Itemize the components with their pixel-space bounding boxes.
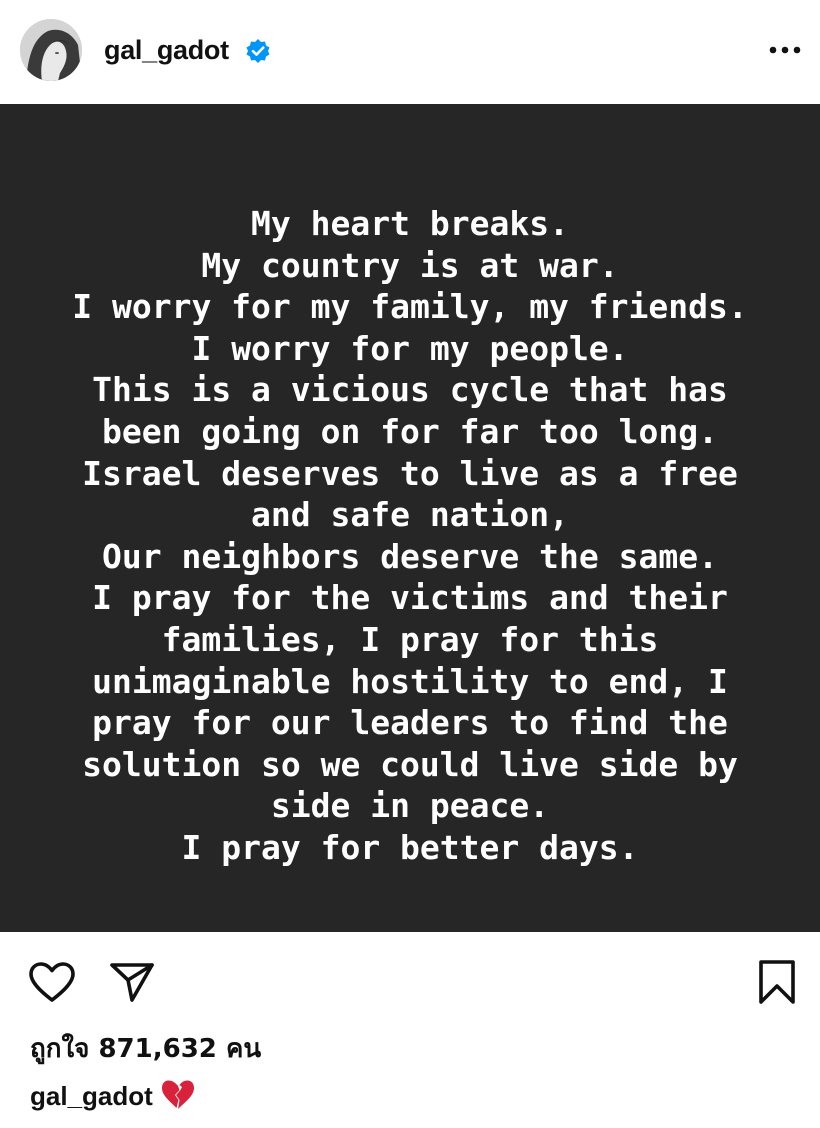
post-text-line: My heart breaks. (251, 204, 569, 243)
post-header: gal_gadot (0, 0, 820, 104)
verified-badge-icon (246, 39, 270, 63)
post-text-line: Our neighbors deserve the same. (102, 536, 718, 576)
post-text-block: My heart breaks. My country is at war. I w… (0, 203, 820, 869)
post-text-line: I pray for the victims and their (92, 578, 728, 618)
post-text-line: I pray for better days. (181, 827, 639, 867)
header-username[interactable]: gal_gadot (104, 30, 229, 70)
post-text-line: side in peace. (270, 786, 550, 826)
caption: gal_gadot (30, 1076, 195, 1116)
bookmark-icon[interactable] (755, 958, 799, 1006)
post-image[interactable]: My heart breaks. My country is at war. I w… (0, 104, 820, 932)
post-text-line: been going on for far too long. (102, 411, 718, 451)
post-text-line: and safe nation, (251, 495, 569, 535)
more-options-icon[interactable] (765, 35, 805, 65)
post-text-line: I worry for my family, my friends. (72, 287, 748, 327)
broken-heart-icon (161, 1080, 194, 1109)
post-text-line: I worry for my people. (191, 328, 629, 368)
avatar[interactable] (20, 19, 82, 81)
post-text-line: families, I pray for this (161, 619, 659, 659)
paper-plane-icon[interactable] (108, 960, 156, 1004)
post-text-line: My country is at war. (201, 245, 619, 285)
avatar-image (20, 19, 82, 81)
caption-username[interactable]: gal_gadot (30, 1081, 153, 1111)
heart-icon[interactable] (27, 960, 77, 1004)
post-text-line: pray for our leaders to find the (92, 703, 728, 743)
post-text-line: This is a vicious cycle that has (92, 370, 728, 410)
action-bar (0, 932, 820, 1027)
like-count[interactable]: ถูกใจ 871,632 คน (30, 1030, 261, 1068)
post-text-line: Israel deserves to live as a free (82, 453, 738, 493)
post-text-line: unimaginable hostility to end, I (92, 661, 728, 701)
post-text-line: solution so we could live side by (82, 744, 738, 784)
